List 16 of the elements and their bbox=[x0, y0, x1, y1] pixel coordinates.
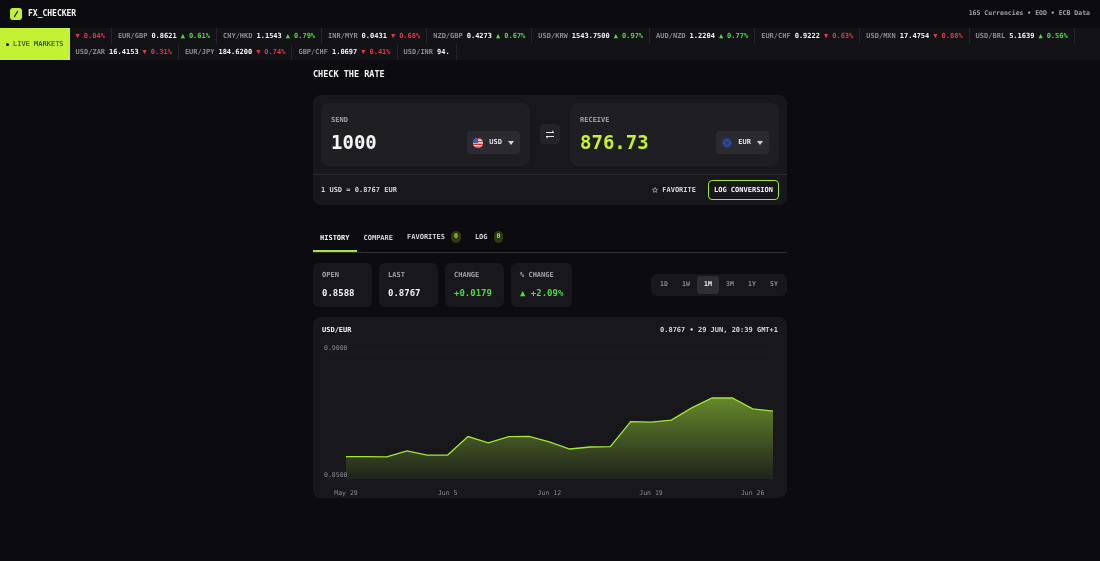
star-icon bbox=[652, 187, 659, 193]
section-title: CHECK THE RATE bbox=[313, 68, 386, 81]
caret-icon bbox=[757, 140, 763, 145]
stat-value: 0.8767 bbox=[388, 286, 422, 300]
logo-icon bbox=[10, 8, 22, 20]
flag-icon bbox=[473, 137, 484, 148]
amount-field[interactable]: 876.73 bbox=[580, 133, 649, 152]
app-title: FX_CHECKER bbox=[28, 8, 77, 20]
swap-icon bbox=[545, 129, 555, 139]
stat-value: 0.8588 bbox=[322, 286, 356, 300]
swap-button[interactable] bbox=[540, 124, 560, 145]
amount-field[interactable]: 1000 bbox=[331, 133, 377, 152]
caret-icon bbox=[508, 140, 514, 145]
flag-icon bbox=[722, 137, 733, 148]
stat-value: ▲ +2.09% bbox=[520, 286, 564, 300]
stat-value: +0.0179 bbox=[454, 286, 493, 300]
